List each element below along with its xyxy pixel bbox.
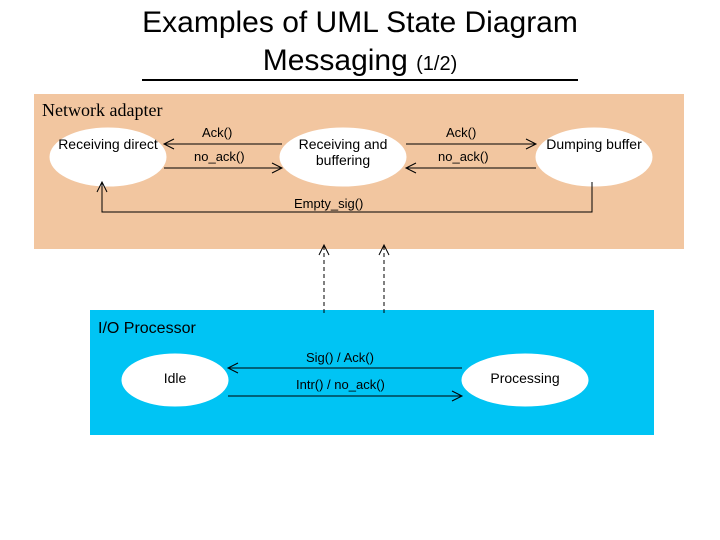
network-adapter-panel: Network adapter Receiving direct Receivi… [34, 94, 684, 249]
io-processor-panel: I/O Processor Idle Processing Sig() / Ac… [90, 310, 654, 435]
label-ack2: Ack() [446, 125, 476, 140]
state-receiving-buffering: Receiving and buffering [278, 136, 408, 168]
dashed-connector-right [378, 245, 390, 313]
label-noack2: no_ack() [438, 149, 489, 164]
io-processor-title: I/O Processor [98, 320, 196, 338]
state-receiving-direct: Receiving direct [48, 136, 168, 152]
state-dumping-buffer: Dumping buffer [534, 136, 654, 152]
dashed-connector-left [318, 245, 330, 313]
label-emptysig: Empty_sig() [294, 196, 363, 211]
label-sig-ack: Sig() / Ack() [306, 350, 374, 365]
state-processing: Processing [460, 370, 590, 386]
title-page: (1/2) [416, 53, 457, 75]
slide-title: Examples of UML State Diagram Messaging … [0, 0, 720, 81]
label-ack1: Ack() [202, 125, 232, 140]
title-line1: Examples of UML State Diagram [142, 6, 578, 39]
network-adapter-title: Network adapter [42, 100, 162, 121]
label-noack1: no_ack() [194, 149, 245, 164]
state-idle: Idle [120, 370, 230, 386]
label-intr-noack: Intr() / no_ack() [296, 377, 385, 392]
title-line2: Messaging [263, 44, 408, 77]
